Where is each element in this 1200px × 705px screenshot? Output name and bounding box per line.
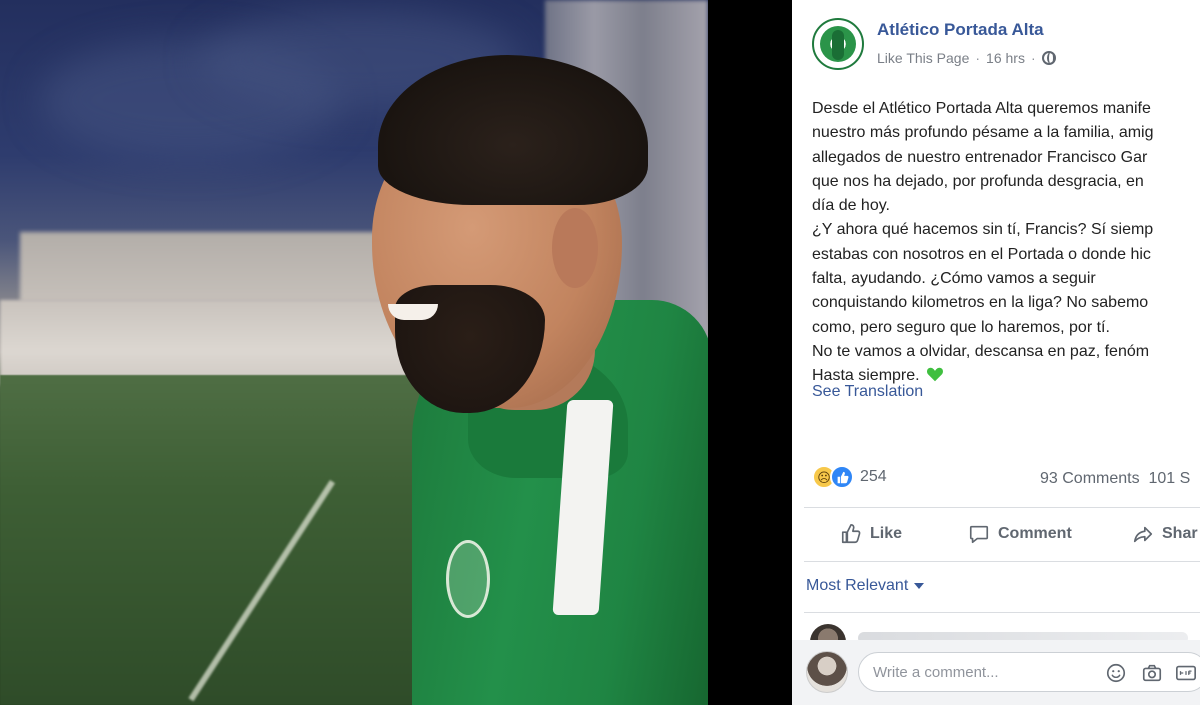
post-text-line: que nos ha dejado, por profunda desgraci… (812, 172, 1144, 190)
separator-dot: · (1030, 50, 1036, 66)
ear (552, 208, 598, 288)
post-panel: Atlético Portada Alta Like This Page · 1… (792, 0, 1200, 705)
post-meta: Like This Page · 16 hrs · (877, 50, 1056, 66)
see-translation-link[interactable]: See Translation (812, 383, 923, 401)
post-text-line: Hasta siempre. (812, 367, 920, 385)
divider (804, 507, 1200, 508)
post-text-line: No te vamos a olvidar, descansa en paz, … (812, 342, 1150, 360)
camera-icon[interactable] (1141, 662, 1163, 684)
share-button[interactable]: Shar (1132, 515, 1198, 553)
jersey-crest (446, 540, 490, 618)
photo-viewer-gutter (708, 0, 792, 705)
post-text-line: falta, ayudando. ¿Cómo vamos a seguir (812, 270, 1096, 288)
comment-sort-dropdown[interactable]: Most Relevant (806, 577, 925, 595)
page-name-link[interactable]: Atlético Portada Alta (877, 20, 1044, 40)
like-button[interactable]: Like (840, 515, 902, 553)
page-avatar[interactable] (812, 18, 864, 70)
like-page-link[interactable]: Like This Page (877, 50, 969, 66)
globe-icon[interactable] (1041, 51, 1056, 65)
emoji-icon[interactable] (1105, 662, 1127, 684)
reaction-count: 254 (860, 468, 887, 485)
comment-button-label: Comment (998, 525, 1072, 542)
post-text-line: allegados de nuestro entrenador Francisc… (812, 148, 1148, 166)
post-timestamp[interactable]: 16 hrs (986, 50, 1025, 66)
separator-dot: · (975, 50, 981, 66)
comment-button[interactable]: Comment (968, 515, 1072, 553)
club-crest-figure (832, 30, 844, 60)
post-text-line: día de hoy. (812, 197, 890, 215)
comments-count-link[interactable]: 93 Comments (1040, 470, 1140, 487)
thumbs-up-icon (841, 524, 861, 544)
comment-sort-label: Most Relevant (806, 577, 909, 594)
speech-bubble-icon (969, 525, 989, 544)
shares-count-link[interactable]: 101 S (1148, 470, 1190, 487)
post-text: Desde el Atlético Portada Alta queremos … (812, 97, 1200, 389)
green-heart-icon (927, 367, 944, 382)
post-text-line: estabas con nosotros en el Portada o don… (812, 245, 1151, 263)
divider (804, 561, 1200, 562)
post-actions: Like Comment Shar (792, 515, 1200, 553)
caret-down-icon (914, 583, 925, 589)
share-arrow-icon (1133, 526, 1153, 543)
post-text-line: ¿Y ahora qué hacemos sin tí, Francis? Sí… (812, 221, 1154, 239)
post-text-line: nuestro más profundo pésame a la familia… (812, 124, 1154, 142)
gif-icon[interactable] (1175, 662, 1197, 684)
post-text-line: conquistando kilometros en la liga? No s… (812, 294, 1149, 312)
engagement-counts: 93 Comments 101 S (1040, 470, 1190, 488)
like-reaction-icon (830, 465, 854, 489)
post-photo[interactable] (0, 0, 708, 705)
reactions-summary[interactable]: ☹ 254 (812, 465, 887, 489)
share-button-label: Shar (1162, 525, 1198, 542)
post-text-line: Desde el Atlético Portada Alta queremos … (812, 100, 1151, 117)
current-user-avatar[interactable] (806, 651, 848, 693)
like-button-label: Like (870, 525, 903, 542)
post-text-line: como, pero seguro que lo haremos, por tí… (812, 318, 1110, 336)
divider (804, 612, 1200, 613)
